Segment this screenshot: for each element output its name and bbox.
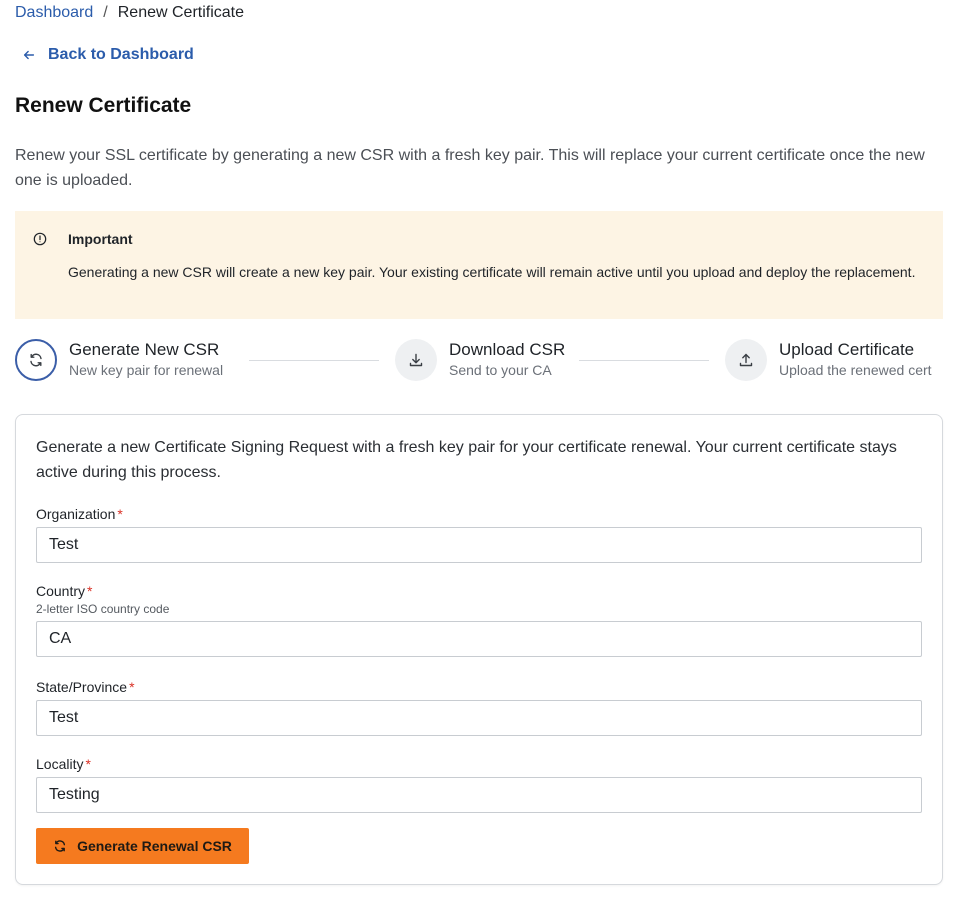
step-1-indicator bbox=[15, 339, 57, 381]
organization-input[interactable] bbox=[36, 527, 922, 563]
refresh-icon bbox=[55, 840, 66, 852]
step-2-title: Download CSR bbox=[449, 340, 566, 359]
required-marker: * bbox=[117, 506, 123, 522]
state-label: State/Province * bbox=[36, 679, 135, 695]
step-download-csr: Download CSR Send to your CA bbox=[395, 339, 565, 381]
organization-label: Organization * bbox=[36, 506, 123, 522]
locality-field: Locality * bbox=[36, 755, 923, 813]
back-to-dashboard-link[interactable]: Back to Dashboard bbox=[22, 46, 194, 64]
step-2-indicator bbox=[395, 339, 437, 381]
arrow-left-icon bbox=[23, 50, 35, 60]
back-link-label: Back to Dashboard bbox=[48, 46, 194, 63]
step-3-title: Upload Certificate bbox=[779, 340, 915, 359]
step-connector-1 bbox=[249, 360, 379, 361]
form-description: Generate a new Certificate Signing Reque… bbox=[36, 439, 897, 481]
step-1-subtitle: New key pair for renewal bbox=[69, 362, 224, 378]
important-alert: Important Generating a new CSR will crea… bbox=[15, 211, 943, 319]
page-title: Renew Certificate bbox=[15, 94, 192, 117]
locality-input[interactable] bbox=[36, 777, 922, 813]
country-field: Country * 2-letter ISO country code bbox=[36, 582, 923, 657]
alert-body: Generating a new CSR will create a new k… bbox=[68, 264, 916, 280]
country-label: Country * bbox=[36, 583, 93, 599]
alert-title: Important bbox=[68, 231, 133, 247]
breadcrumb-current: Renew Certificate bbox=[117, 4, 245, 21]
csr-form-card: Generate a new Certificate Signing Reque… bbox=[15, 414, 943, 885]
breadcrumb-separator: / bbox=[103, 4, 108, 21]
step-upload-certificate: Upload Certificate Upload the renewed ce… bbox=[725, 339, 932, 381]
step-3-indicator bbox=[725, 339, 767, 381]
progress-stepper: Generate New CSR New key pair for renewa… bbox=[15, 339, 943, 385]
step-3-subtitle: Upload the renewed cert bbox=[779, 362, 932, 378]
locality-label: Locality * bbox=[36, 756, 91, 772]
generate-button-label: Generate Renewal CSR bbox=[77, 838, 232, 854]
required-marker: * bbox=[85, 756, 91, 772]
download-icon bbox=[409, 353, 423, 367]
step-connector-2 bbox=[579, 360, 709, 361]
country-hint: 2-letter ISO country code bbox=[36, 602, 170, 616]
state-input[interactable] bbox=[36, 700, 922, 736]
step-generate-csr: Generate New CSR New key pair for renewa… bbox=[15, 339, 223, 381]
generate-renewal-csr-button[interactable]: Generate Renewal CSR bbox=[36, 828, 249, 864]
breadcrumb-dashboard-link[interactable]: Dashboard bbox=[15, 4, 93, 22]
breadcrumb: Dashboard / Renew Certificate bbox=[15, 4, 244, 22]
step-1-title: Generate New CSR bbox=[69, 340, 220, 359]
country-input[interactable] bbox=[36, 621, 922, 657]
upload-icon bbox=[739, 353, 753, 367]
state-field: State/Province * bbox=[36, 678, 923, 736]
required-marker: * bbox=[87, 583, 93, 599]
required-marker: * bbox=[129, 679, 135, 695]
alert-circle-icon bbox=[33, 232, 47, 246]
step-2-subtitle: Send to your CA bbox=[449, 362, 552, 378]
organization-field: Organization * bbox=[36, 505, 923, 563]
page-intro: Renew your SSL certificate by generating… bbox=[15, 147, 925, 189]
refresh-icon bbox=[30, 353, 42, 367]
